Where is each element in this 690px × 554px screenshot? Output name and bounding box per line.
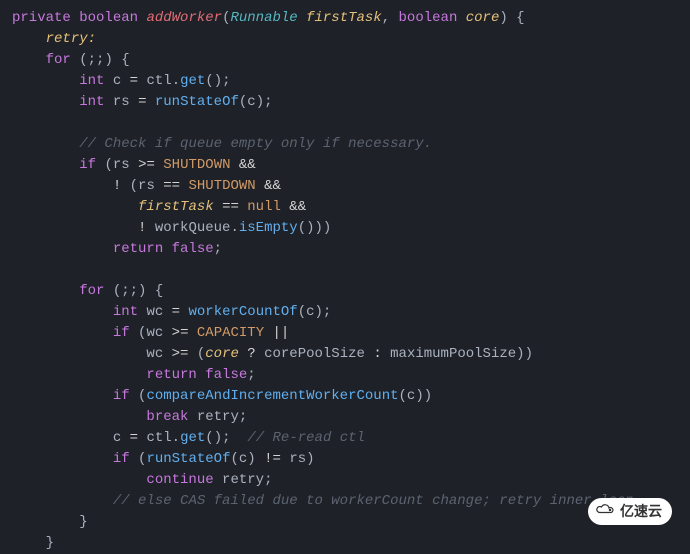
watermark-badge: 亿速云: [588, 498, 672, 525]
type-Runnable: Runnable: [230, 10, 297, 26]
keyword-null: null: [247, 199, 281, 215]
ref-core: core: [205, 346, 239, 362]
keyword-int: int: [79, 73, 104, 89]
keyword-if: if: [79, 157, 96, 173]
keyword-false: false: [172, 241, 214, 257]
comment-queue-check: // Check if queue empty only if necessar…: [79, 136, 432, 152]
call-runStateOf: runStateOf: [155, 94, 239, 110]
code-block: private boolean addWorker(Runnable first…: [12, 8, 678, 554]
keyword-int: int: [79, 94, 104, 110]
field-workQueue: workQueue: [155, 220, 231, 236]
param-core: core: [466, 10, 500, 26]
var-c: c: [113, 73, 121, 89]
call-get: get: [180, 73, 205, 89]
ref-firstTask: firstTask: [138, 199, 214, 215]
comment-reread: // Re-read ctl: [247, 430, 365, 446]
cloud-icon: [594, 501, 616, 522]
field-maximumPoolSize: maximumPoolSize: [390, 346, 516, 362]
comment-cas-failed: // else CAS failed due to workerCount ch…: [113, 493, 634, 509]
label-retry: retry: [46, 31, 88, 47]
keyword-boolean: boolean: [399, 10, 458, 26]
keyword-break: break: [146, 409, 188, 425]
keyword-boolean: boolean: [79, 10, 138, 26]
keyword-return: return: [113, 241, 163, 257]
param-firstTask: firstTask: [306, 10, 382, 26]
var-wc: wc: [146, 304, 163, 320]
keyword-continue: continue: [146, 472, 213, 488]
keyword-for: for: [79, 283, 104, 299]
method-addWorker: addWorker: [146, 10, 222, 26]
var-rs: rs: [113, 94, 130, 110]
field-corePoolSize: corePoolSize: [264, 346, 365, 362]
keyword-private: private: [12, 10, 71, 26]
const-CAPACITY: CAPACITY: [197, 325, 264, 341]
call-compareAndIncrementWorkerCount: compareAndIncrementWorkerCount: [146, 388, 398, 404]
call-workerCountOf: workerCountOf: [188, 304, 297, 320]
field-ctl: ctl: [146, 73, 171, 89]
keyword-for: for: [46, 52, 71, 68]
watermark-text: 亿速云: [620, 501, 662, 522]
const-SHUTDOWN: SHUTDOWN: [163, 157, 230, 173]
call-isEmpty: isEmpty: [239, 220, 298, 236]
